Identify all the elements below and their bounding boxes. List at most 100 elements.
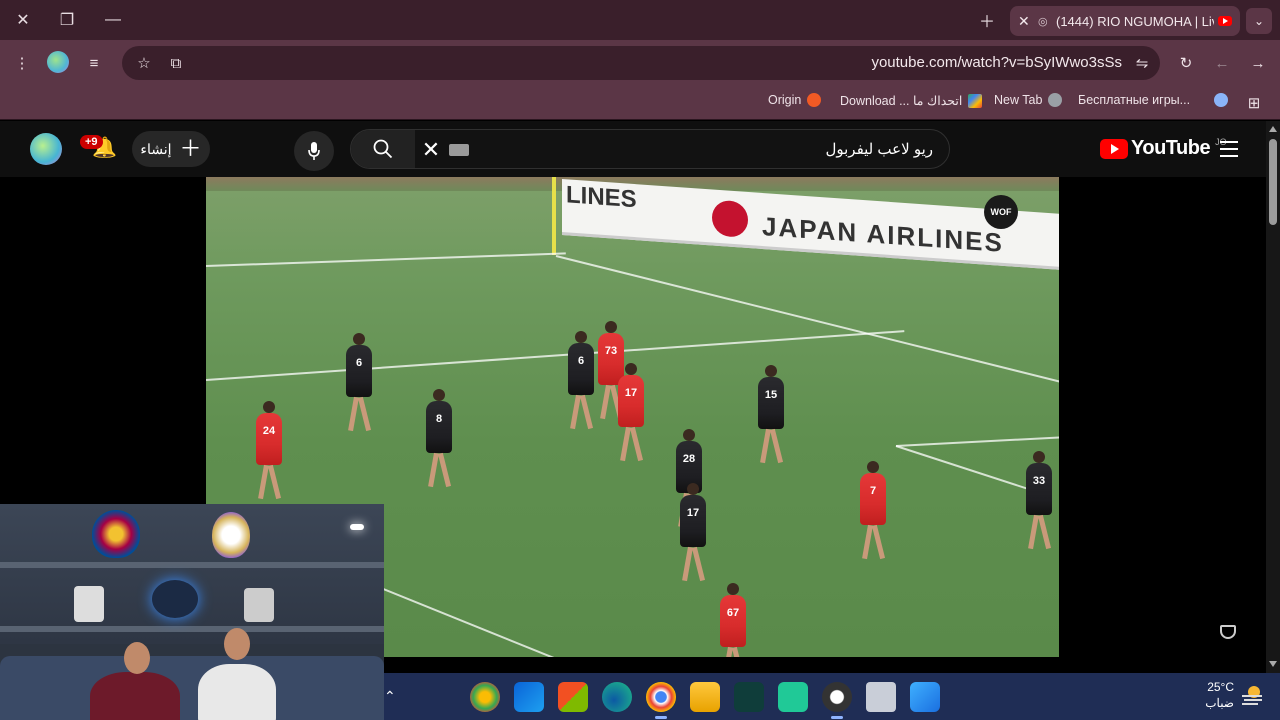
bookmarks-bar: Origin Download ... اتحداك ما New Tab Бе… bbox=[0, 86, 1280, 120]
origin-icon bbox=[807, 93, 822, 107]
bookmark-label: Origin bbox=[768, 93, 802, 107]
media-queue-icon[interactable]: ≡ bbox=[80, 49, 108, 77]
youtube-favicon-icon bbox=[1218, 16, 1232, 26]
bookmark-label: Бесплатные игры... bbox=[1078, 93, 1191, 107]
create-button[interactable]: إنشاء ＋ bbox=[132, 131, 210, 167]
tab-audio-icon[interactable]: ◎ bbox=[1038, 15, 1056, 28]
search-icon bbox=[373, 139, 393, 159]
outlook-icon[interactable] bbox=[514, 682, 544, 712]
close-window-icon[interactable]: ✕ bbox=[8, 6, 38, 34]
weather-condition: ضباب bbox=[1205, 696, 1234, 710]
site-settings-icon[interactable]: ⇋ bbox=[1128, 49, 1156, 77]
bookmark-label: New Tab bbox=[994, 93, 1043, 107]
shelf bbox=[0, 626, 384, 632]
play-store-icon bbox=[968, 93, 983, 108]
chrome-icon[interactable] bbox=[646, 682, 676, 719]
footballer: 6 bbox=[568, 331, 594, 395]
app-icon[interactable] bbox=[778, 682, 808, 712]
minimize-window-icon[interactable]: — bbox=[98, 6, 128, 34]
browser-toolbar: ⋮ ≡ ☆ ⧉ youtube.com/watch?v=bSyIWwo3sSs … bbox=[0, 40, 1280, 86]
bookmark-new-tab[interactable]: New Tab bbox=[994, 93, 1063, 107]
obs-icon[interactable] bbox=[822, 682, 852, 719]
task-view-icon[interactable] bbox=[866, 682, 896, 712]
globe-icon bbox=[1048, 93, 1063, 107]
bookmark-star-icon[interactable]: ☆ bbox=[130, 49, 158, 77]
person-right bbox=[198, 628, 276, 720]
advertising-board: LINES JAPAN AIRLINES bbox=[562, 179, 1059, 271]
jersey-number: 67 bbox=[726, 607, 740, 619]
menu-kebab-icon[interactable]: ⋮ bbox=[8, 49, 36, 77]
microphone-icon bbox=[308, 142, 320, 160]
person-left bbox=[90, 642, 180, 720]
guide-menu-icon[interactable] bbox=[1220, 141, 1238, 162]
jersey-number: 6 bbox=[355, 357, 363, 369]
clear-search-icon[interactable]: ✕ bbox=[419, 137, 443, 162]
footballer: 8 bbox=[426, 389, 452, 453]
restore-window-icon[interactable]: ❐ bbox=[52, 6, 82, 34]
notifications-badge: +9 bbox=[80, 135, 103, 149]
airline-logo-icon bbox=[712, 199, 748, 239]
show-hidden-icons-chevron-icon[interactable]: ⌃ bbox=[384, 688, 400, 704]
reload-icon[interactable]: ↻ bbox=[1172, 49, 1200, 77]
scroll-up-icon[interactable] bbox=[1269, 126, 1277, 132]
edge-icon[interactable] bbox=[602, 682, 632, 712]
forward-arrow-icon[interactable]: → bbox=[1244, 49, 1272, 77]
bookmark-games[interactable]: Бесплатные игры... bbox=[1078, 93, 1229, 107]
file-explorer-icon[interactable] bbox=[690, 682, 720, 712]
search-button[interactable] bbox=[351, 130, 415, 168]
bookmark-origin[interactable]: Origin bbox=[768, 93, 822, 107]
search-box: ✕ ريو لاعب ليفربول bbox=[350, 129, 950, 169]
keyboard-icon[interactable] bbox=[449, 144, 469, 156]
scroll-down-icon[interactable] bbox=[1269, 661, 1277, 667]
footballer: 67 bbox=[720, 583, 746, 647]
tab-youtube[interactable]: ✕ ◎ (1444) RIO NGUMOHA | Liv bbox=[1010, 6, 1240, 36]
shield-icon[interactable] bbox=[1220, 625, 1236, 639]
footballer: 33 bbox=[1026, 451, 1052, 515]
bookmark-label: Download ... اتحداك ما bbox=[840, 94, 963, 108]
footballer: 24 bbox=[256, 401, 282, 465]
back-arrow-icon[interactable]: ← bbox=[1208, 49, 1236, 77]
jersey-number: 7 bbox=[869, 485, 877, 497]
footballer: 17 bbox=[680, 483, 706, 547]
sofa bbox=[0, 656, 384, 720]
pitch-line bbox=[206, 330, 905, 381]
weather-widget[interactable]: 25°C ضباب bbox=[1184, 679, 1234, 711]
url-text[interactable]: youtube.com/watch?v=bSyIWwo3sSs bbox=[871, 54, 1122, 71]
microsoft-store-icon[interactable] bbox=[558, 682, 588, 712]
voice-search-button[interactable] bbox=[294, 131, 334, 171]
profile-avatar[interactable] bbox=[47, 51, 69, 73]
windows-start-icon[interactable] bbox=[910, 682, 940, 712]
jersey-number: 17 bbox=[624, 387, 638, 399]
cast-icon[interactable]: ⧉ bbox=[162, 49, 190, 77]
jersey-number: 28 bbox=[682, 453, 696, 465]
corner-flag bbox=[552, 177, 556, 255]
jersey-number: 24 bbox=[262, 425, 276, 437]
jersey-number: 17 bbox=[686, 507, 700, 519]
search-input[interactable]: ريو لاعب ليفربول bbox=[825, 140, 933, 158]
plus-icon: ＋ bbox=[179, 136, 202, 161]
account-avatar[interactable] bbox=[30, 133, 62, 165]
page-scrollbar[interactable] bbox=[1266, 121, 1280, 673]
create-label: إنشاء bbox=[140, 140, 172, 157]
shelf bbox=[0, 562, 384, 568]
footballer: 15 bbox=[758, 365, 784, 429]
footballer: 17 bbox=[618, 363, 644, 427]
scroll-thumb[interactable] bbox=[1269, 139, 1277, 225]
neon-logo-icon bbox=[152, 580, 198, 618]
apps-grid-icon[interactable]: ⊞ bbox=[1240, 89, 1268, 117]
face bbox=[224, 628, 250, 660]
tab-close-icon[interactable]: ✕ bbox=[1018, 13, 1038, 30]
youtube-logo[interactable]: YouTube JO bbox=[1100, 137, 1227, 160]
new-tab-icon[interactable]: ＋ bbox=[972, 6, 1002, 34]
bookmark-download[interactable]: Download ... اتحداك ما bbox=[840, 93, 983, 108]
board-text: JAPAN AIRLINES bbox=[762, 210, 1004, 258]
pitch-line bbox=[206, 252, 566, 267]
windows-taskbar: ⌃ 25°C ضباب bbox=[384, 673, 1280, 720]
tab-search-chevron-icon[interactable]: ⌄ bbox=[1246, 8, 1272, 34]
jersey-number: 33 bbox=[1032, 475, 1046, 487]
address-bar[interactable]: ☆ ⧉ youtube.com/watch?v=bSyIWwo3sSs ⇋ bbox=[122, 46, 1160, 80]
chrome-canary-icon[interactable] bbox=[470, 682, 500, 712]
app-icon[interactable] bbox=[734, 682, 764, 712]
jersey-number: 73 bbox=[604, 345, 618, 357]
browser-titlebar: ✕ ❐ — ＋ ✕ ◎ (1444) RIO NGUMOHA | Liv ⌄ bbox=[0, 0, 1280, 40]
